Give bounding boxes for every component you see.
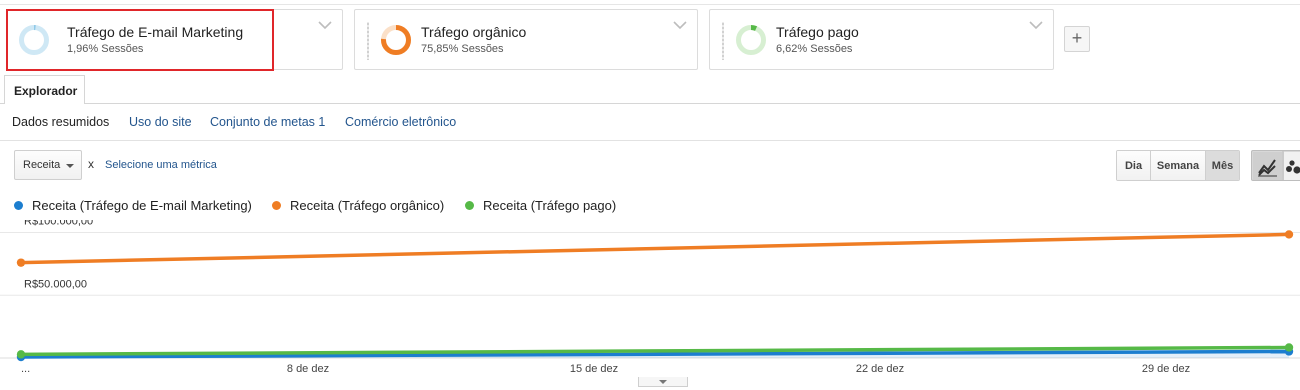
- line-chart: R$100.000,00 R$50.000,00... 8 de dez 15 de …: [0, 220, 1300, 375]
- legend-label: Receita (Tráfego orgânico): [290, 198, 445, 213]
- x-tick-label: 8 de dez: [287, 363, 329, 375]
- tab-divider: [0, 103, 1300, 104]
- segment-title: Tráfego pago: [776, 24, 859, 40]
- x-tick-label: ...: [21, 363, 30, 375]
- legend-dot-icon: [272, 201, 281, 210]
- metric-select-value: Receita: [23, 159, 61, 171]
- subtab-summary[interactable]: Dados resumidos: [12, 115, 109, 129]
- subtab-ecommerce[interactable]: Comércio eletrônico: [345, 115, 456, 129]
- caret-down-icon: [66, 164, 74, 168]
- segment-card-paid[interactable]: Tráfego pago 6,62% Sessões: [709, 9, 1054, 70]
- caret-down-icon: [659, 380, 667, 384]
- select-metric-link[interactable]: Selecione uma métrica: [105, 159, 217, 171]
- period-day-button[interactable]: Dia: [1117, 151, 1151, 180]
- x-tick-label: 15 de dez: [570, 363, 618, 375]
- segment-title: Tráfego de E-mail Marketing: [67, 24, 244, 40]
- segment-sessions: 6,62% Sessões: [776, 43, 853, 55]
- data-point: [1284, 230, 1294, 239]
- period-toggle: Dia Semana Mês: [1116, 150, 1240, 181]
- top-divider: [0, 4, 1300, 5]
- subtab-goal-set-1[interactable]: Conjunto de metas 1: [210, 115, 325, 129]
- add-segment-button[interactable]: +: [1064, 26, 1090, 52]
- data-point: [1284, 343, 1294, 352]
- drag-handle-icon[interactable]: [367, 22, 369, 60]
- period-month-button[interactable]: Mês: [1206, 151, 1239, 180]
- remove-metric-button[interactable]: x: [88, 157, 94, 171]
- series-line: [20, 232, 1290, 265]
- metric-select[interactable]: Receita: [14, 150, 82, 180]
- chevron-down-icon[interactable]: [318, 20, 332, 30]
- segment-donut-icon: [381, 25, 411, 55]
- drag-handle-icon[interactable]: [722, 22, 724, 60]
- y-tick-label: R$100.000,00: [24, 220, 93, 228]
- x-tick-label: 22 de dez: [856, 363, 904, 375]
- legend-label: Receita (Tráfego de E-mail Marketing): [32, 198, 252, 213]
- line-chart-icon[interactable]: [1253, 152, 1282, 181]
- y-tick-label: R$50.000,00: [24, 278, 87, 290]
- segment-title: Tráfego orgânico: [421, 24, 527, 40]
- legend-dot-icon: [14, 201, 23, 210]
- plus-icon: +: [1071, 28, 1083, 48]
- data-point: [16, 258, 26, 267]
- segment-donut-icon: [19, 25, 49, 55]
- tab-explorer[interactable]: Explorador: [4, 75, 85, 104]
- segment-card-organic[interactable]: Tráfego orgânico 75,85% Sessões: [354, 9, 698, 70]
- legend-dot-icon: [465, 201, 474, 210]
- chart-collapse-button[interactable]: [638, 377, 688, 387]
- data-point: [16, 350, 26, 359]
- x-tick-label: 29 de dez: [1142, 363, 1190, 375]
- subtab-site-usage[interactable]: Uso do site: [129, 115, 192, 129]
- chart-view-toggle: [1251, 150, 1300, 181]
- segment-sessions: 1,96% Sessões: [67, 43, 144, 55]
- motion-chart-icon[interactable]: [1284, 152, 1300, 181]
- segment-donut-icon: [736, 25, 766, 55]
- subtab-divider: [0, 140, 1300, 141]
- legend-label: Receita (Tráfego pago): [483, 198, 617, 213]
- chevron-down-icon[interactable]: [673, 20, 687, 30]
- segment-card-email[interactable]: Tráfego de E-mail Marketing 1,96% Sessõe…: [6, 9, 343, 70]
- period-week-button[interactable]: Semana: [1151, 151, 1206, 180]
- segment-sessions: 75,85% Sessões: [421, 43, 504, 55]
- chevron-down-icon[interactable]: [1029, 20, 1043, 30]
